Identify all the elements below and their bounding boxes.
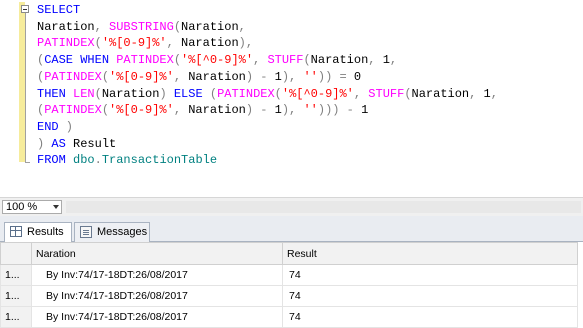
tab-results[interactable]: Results — [4, 222, 72, 243]
column-header-result[interactable]: Result — [282, 242, 578, 265]
table-row[interactable]: 1... By Inv:74/17-18DT:26/08/2017 74 — [0, 306, 578, 328]
cell-naration[interactable]: By Inv:74/17-18DT:26/08/2017 — [31, 285, 283, 307]
row-number[interactable]: 1... — [0, 264, 32, 286]
table-row[interactable]: 1... By Inv:74/17-18DT:26/08/2017 74 — [0, 264, 578, 286]
grid-icon — [10, 226, 22, 237]
row-number-header[interactable] — [0, 242, 32, 265]
row-number[interactable]: 1... — [0, 306, 32, 328]
cell-naration[interactable]: By Inv:74/17-18DT:26/08/2017 — [31, 264, 283, 286]
results-grid[interactable]: Naration Result 1... By Inv:74/17-18DT:2… — [0, 242, 583, 328]
cell-result[interactable]: 74 — [282, 285, 578, 307]
sql-code[interactable]: SELECT Naration, SUBSTRING(Naration, PAT… — [37, 2, 498, 169]
horizontal-scrollbar[interactable] — [66, 201, 581, 213]
results-table: Naration Result 1... By Inv:74/17-18DT:2… — [0, 242, 578, 328]
zoom-value: 100 % — [6, 201, 38, 213]
messages-icon — [80, 226, 92, 238]
table-row[interactable]: 1... By Inv:74/17-18DT:26/08/2017 74 — [0, 285, 578, 307]
cell-naration[interactable]: By Inv:74/17-18DT:26/08/2017 — [31, 306, 283, 328]
outline-line — [25, 13, 26, 163]
tab-messages[interactable]: Messages — [74, 222, 150, 242]
tab-messages-label: Messages — [97, 226, 148, 238]
column-header-naration[interactable]: Naration — [31, 242, 283, 265]
tab-results-label: Results — [27, 226, 64, 238]
header-row: Naration Result — [0, 242, 578, 265]
query-editor[interactable]: SELECT Naration, SUBSTRING(Naration, PAT… — [0, 0, 583, 197]
row-number[interactable]: 1... — [0, 285, 32, 307]
cell-result[interactable]: 74 — [282, 306, 578, 328]
editor-status-strip: 100 % — [0, 197, 583, 216]
zoom-dropdown[interactable]: 100 % — [2, 200, 62, 214]
cell-result[interactable]: 74 — [282, 264, 578, 286]
collapse-icon[interactable] — [21, 5, 29, 13]
chevron-down-icon — [53, 205, 59, 209]
results-tab-strip: Results Messages — [0, 216, 583, 243]
outline-end — [25, 162, 30, 163]
